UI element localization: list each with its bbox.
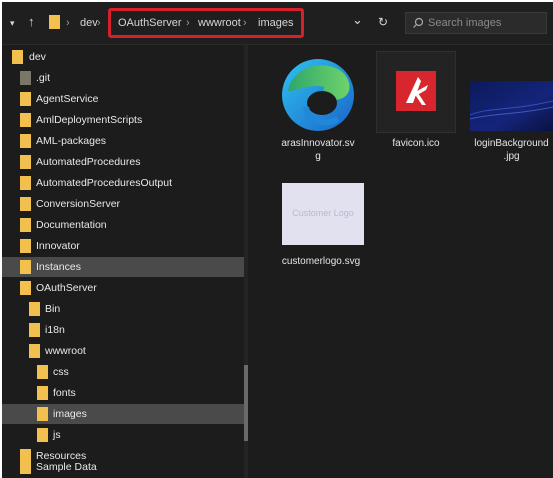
file-item-arasinnovator-svg[interactable]: arasInnovator.sv g (272, 51, 364, 162)
sidebar-item-label: fonts (53, 387, 76, 399)
folder-icon (20, 239, 31, 253)
file-name: customerlogo.svg (281, 256, 361, 267)
sidebar-item-fonts[interactable]: fonts (2, 383, 244, 403)
path-separator: › (66, 17, 70, 29)
path-separator: › (97, 17, 101, 29)
folder-icon (20, 218, 31, 232)
folder-icon (20, 460, 31, 474)
file-name: loginBackground (474, 138, 549, 149)
sidebar-item-label: Innovator (36, 240, 80, 252)
file-list-pane: arasInnovator.sv g favicon.ico loginBack… (248, 45, 553, 478)
sidebar-item-wwwroot[interactable]: wwwroot (2, 341, 244, 361)
folder-icon (29, 344, 40, 358)
sidebar-item-conversionserver[interactable]: ConversionServer (2, 194, 244, 214)
sidebar-item-i18n[interactable]: i18n (2, 320, 244, 340)
folder-icon (20, 134, 31, 148)
sidebar-item-dev[interactable]: dev (2, 47, 244, 67)
sidebar-item-label: css (53, 366, 69, 378)
edge-browser-icon (282, 59, 354, 131)
file-name: arasInnovator.sv (281, 138, 355, 149)
file-item-favicon-ico[interactable]: favicon.ico (374, 51, 458, 161)
sidebar-item-label: .git (36, 72, 51, 84)
image-thumbnail: Customer Logo (282, 183, 364, 245)
sidebar-item-aml-packages[interactable]: AML-packages (2, 131, 244, 151)
folder-icon (37, 428, 48, 442)
folder-icon (20, 176, 31, 190)
folder-icon (12, 50, 23, 64)
sidebar-item-label: i18n (45, 324, 65, 336)
folder-icon (37, 407, 48, 421)
sidebar-item-oauthserver[interactable]: OAuthServer (2, 278, 244, 298)
file-name-continued: .jpg (503, 151, 520, 162)
sidebar-item-css[interactable]: css (2, 362, 244, 382)
sidebar-item-amldeploymentscripts[interactable]: AmlDeploymentScripts (2, 110, 244, 130)
folder-icon (20, 155, 31, 169)
address-dropdown-icon[interactable]: ⌄ (352, 13, 363, 27)
image-thumbnail (470, 81, 553, 131)
sidebar-item-label: js (53, 429, 61, 441)
file-name: favicon.ico (392, 138, 440, 149)
sidebar-item-label: Documentation (36, 219, 107, 231)
sidebar-item-label: Sample Data (36, 461, 97, 473)
folder-icon (20, 92, 31, 106)
folder-icon (37, 365, 48, 379)
sidebar-item-label: images (53, 408, 87, 420)
sidebar-item-label: OAuthServer (36, 282, 97, 294)
sidebar-item-label: Instances (36, 261, 81, 273)
sidebar-item-innovator[interactable]: Innovator (2, 236, 244, 256)
folder-icon (20, 197, 31, 211)
sidebar-item-js[interactable]: js (2, 425, 244, 445)
folder-icon (20, 281, 31, 295)
sidebar-item-label: wwwroot (45, 345, 86, 357)
thumbnail-caption: Customer Logo (292, 208, 354, 218)
sidebar-item-automatedprocedures[interactable]: AutomatedProcedures (2, 152, 244, 172)
aras-logo-icon (396, 71, 436, 111)
path-segment-dev[interactable]: dev (80, 16, 98, 30)
sidebar-item-documentation[interactable]: Documentation (2, 215, 244, 235)
folder-icon (20, 113, 31, 127)
sidebar-item-instances[interactable]: Instances (2, 257, 244, 277)
sidebar-item-agentservice[interactable]: AgentService (2, 89, 244, 109)
folder-icon (29, 302, 40, 316)
sidebar-item-images[interactable]: images (2, 404, 244, 424)
navigation-pane: dev .git AgentService AmlDeploymentScrip… (2, 45, 248, 478)
file-name-continued: g (315, 151, 321, 162)
search-icon (413, 17, 424, 28)
path-highlight-box (108, 8, 304, 38)
file-explorer-window: ▾ ↑ › dev › OAuthServer › wwwroot › imag… (2, 2, 553, 478)
sidebar-item-sample-data[interactable]: Sample Data (2, 457, 244, 477)
up-arrow-icon[interactable]: ↑ (28, 15, 35, 29)
sidebar-item-label: dev (29, 51, 46, 63)
sidebar-item-label: AutomatedProceduresOutput (36, 177, 172, 189)
recent-locations-chevron-icon[interactable]: ▾ (10, 16, 15, 30)
file-item-loginbackground-jpg[interactable]: loginBackground .jpg (466, 51, 553, 162)
sidebar-item-label: AgentService (36, 93, 99, 105)
sidebar-item-label: ConversionServer (36, 198, 121, 210)
folder-icon (37, 386, 48, 400)
refresh-icon[interactable]: ↻ (378, 15, 388, 29)
sidebar-item-label: AutomatedProcedures (36, 156, 141, 168)
sidebar-item-label: AmlDeploymentScripts (36, 114, 143, 126)
sidebar-item-automatedproceduresoutput[interactable]: AutomatedProceduresOutput (2, 173, 244, 193)
folder-icon (29, 323, 40, 337)
address-toolbar: ▾ ↑ › dev › OAuthServer › wwwroot › imag… (2, 2, 553, 45)
sidebar-item-label: AML-packages (36, 135, 107, 147)
sidebar-item-git[interactable]: .git (2, 68, 244, 88)
folder-icon (49, 15, 60, 29)
file-item-customerlogo-svg[interactable]: Customer Logo customerlogo.svg (276, 181, 366, 271)
sidebar-item-label: Bin (45, 303, 61, 315)
search-box[interactable] (405, 12, 547, 34)
sidebar-item-bin[interactable]: Bin (2, 299, 244, 319)
search-input[interactable] (428, 16, 538, 30)
folder-icon (20, 71, 31, 85)
folder-icon (20, 260, 31, 274)
